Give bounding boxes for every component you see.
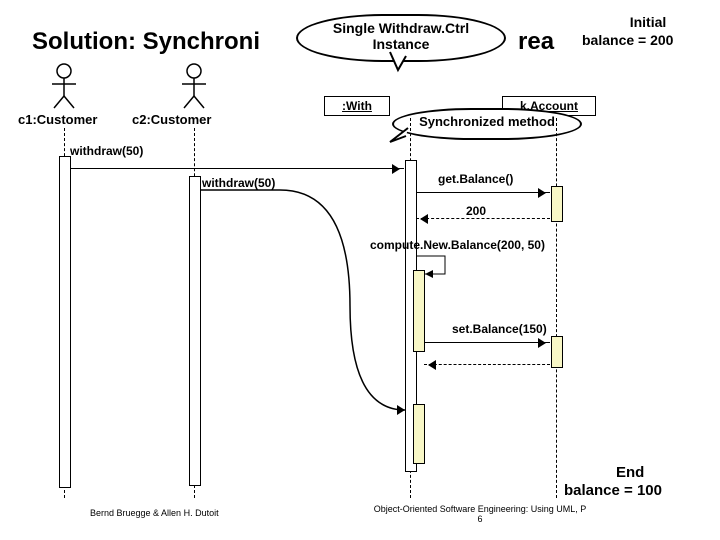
footer-center-l1: Object-Oriented Software Engineering: Us… — [374, 504, 587, 514]
activation-compute — [413, 270, 425, 352]
footer-left: Bernd Bruegge & Allen H. Dutoit — [90, 508, 219, 518]
object-withdraw-ctrl-label: :With — [342, 99, 372, 113]
initial-balance-l1: Initial — [592, 14, 704, 30]
callout-tail-icon — [388, 50, 418, 80]
page-title: Solution: Synchroni — [32, 28, 260, 56]
arrow-set-balance — [424, 342, 550, 343]
lifeline-bank-account — [556, 118, 557, 498]
arrow-withdraw2-curve — [200, 186, 420, 416]
actor-c1-label: c1:Customer — [18, 112, 97, 127]
arrow-get-balance — [416, 192, 550, 193]
activation-withdraw-ctrl-2 — [413, 404, 425, 464]
end-balance-l1: End — [616, 464, 644, 481]
msg-return-200: 200 — [466, 204, 486, 218]
diagram-canvas: Solution: Synchroni rea Single Withdraw.… — [0, 0, 720, 540]
page-title-suffix: rea — [518, 28, 554, 56]
end-balance-l2: balance = 100 — [564, 482, 662, 499]
actor-c2-label: c2:Customer — [132, 112, 211, 127]
actor-c1-icon — [48, 62, 80, 115]
callout-tail2-icon — [386, 126, 412, 148]
callout-single-instance-l1: Single Withdraw.Ctrl — [306, 20, 496, 36]
msg-withdraw1: withdraw(50) — [70, 144, 143, 158]
activation-set-balance — [551, 336, 563, 368]
actor-c2-icon — [178, 62, 210, 115]
msg-compute: compute.New.Balance(200, 50) — [370, 238, 545, 252]
object-withdraw-ctrl: :With — [324, 96, 390, 116]
arrow-return-set-balance — [424, 364, 550, 365]
initial-balance-l2: balance = 200 — [582, 32, 673, 48]
msg-set-balance: set.Balance(150) — [452, 322, 547, 336]
arrow-return-200 — [416, 218, 550, 219]
activation-get-balance — [551, 186, 563, 222]
callout-sync-method: Synchronized method — [392, 108, 582, 140]
activation-c1 — [59, 156, 71, 488]
footer-center: Object-Oriented Software Engineering: Us… — [330, 504, 630, 524]
msg-get-balance: get.Balance() — [438, 172, 513, 186]
footer-center-l2: 6 — [477, 514, 482, 524]
arrow-withdraw1 — [70, 168, 404, 169]
